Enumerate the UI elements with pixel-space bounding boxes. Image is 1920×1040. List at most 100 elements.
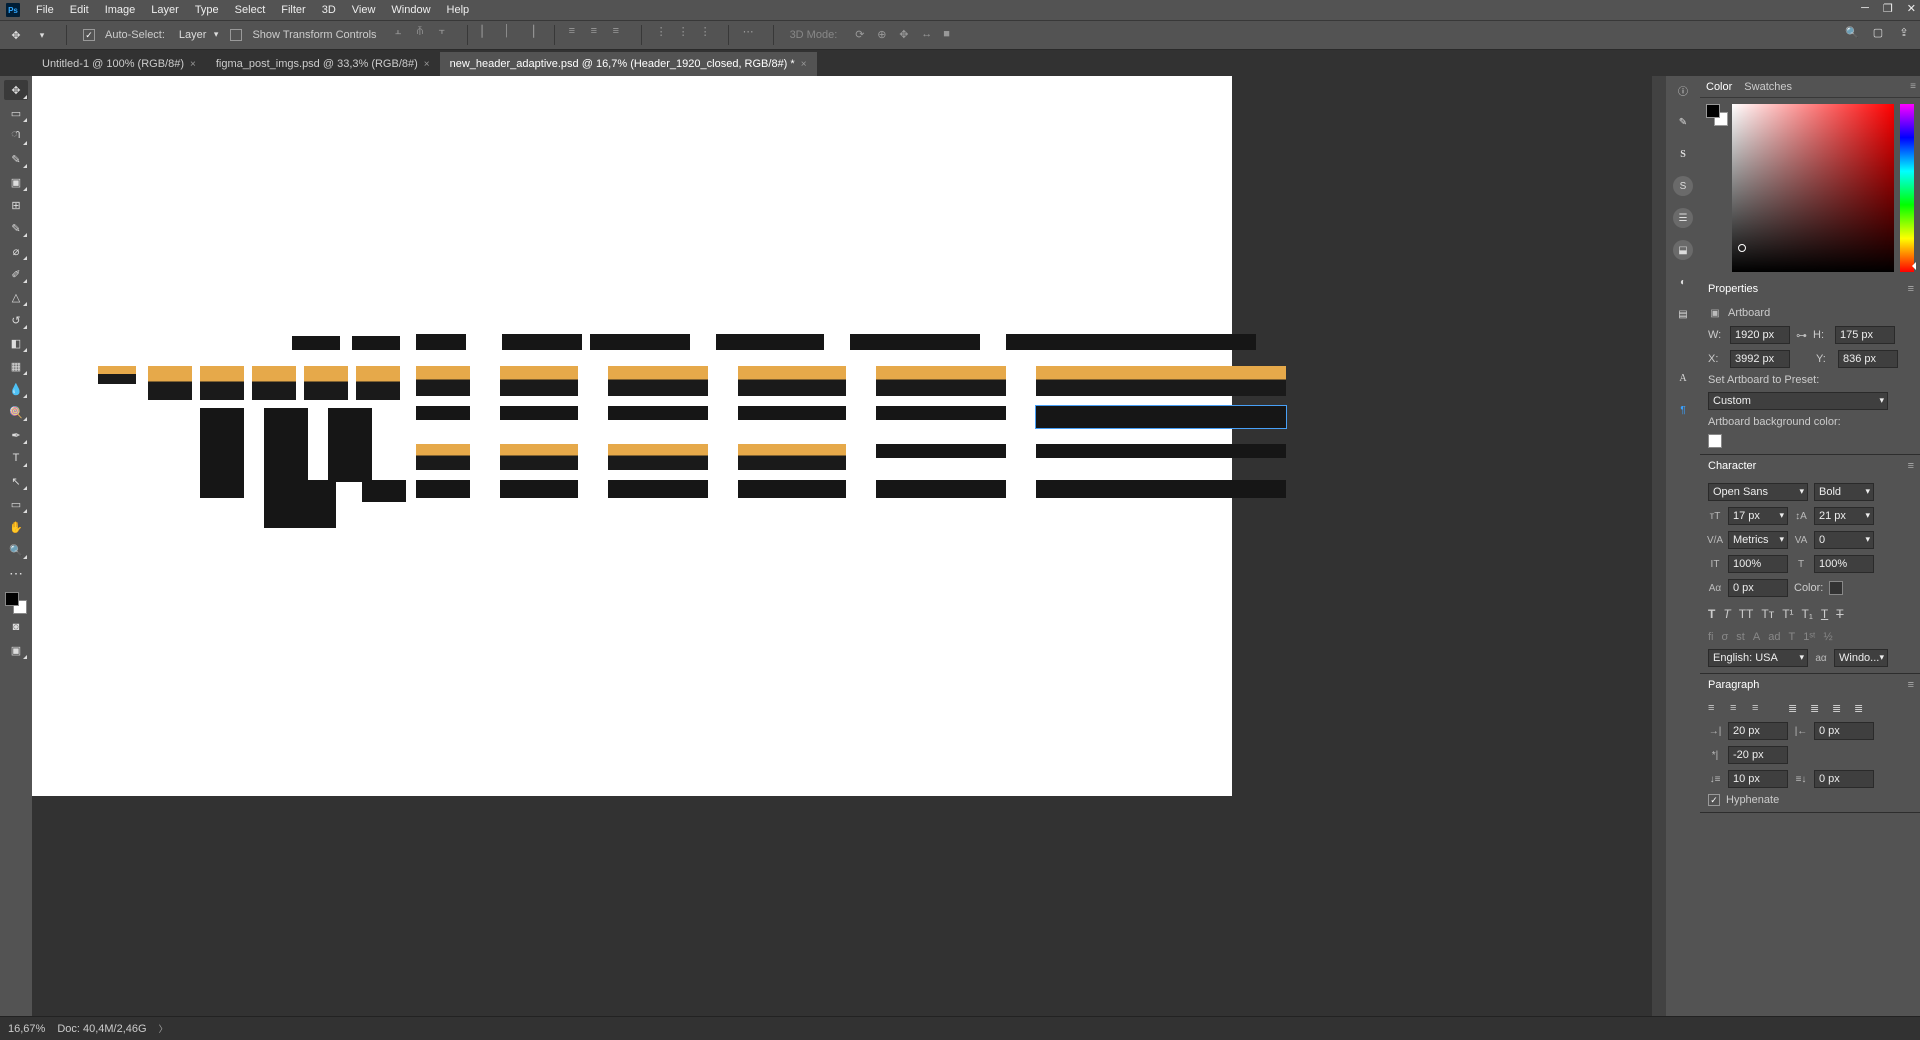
canvas[interactable] [32,76,1232,796]
superscript-button[interactable]: T¹ [1782,607,1793,621]
menu-3d[interactable]: 3D [322,4,336,16]
hand-tool[interactable]: ✋ [4,517,28,537]
swash-button[interactable]: st [1736,631,1745,643]
styles-icon[interactable]: S [1673,144,1693,164]
panel-menu-icon[interactable]: ≡ [1910,81,1916,92]
smallcaps-button[interactable]: Tᴛ [1761,607,1774,621]
cc-share-icon[interactable]: ⬓ [1673,240,1693,260]
auto-select-dropdown[interactable]: Layer [175,27,221,43]
x-input[interactable] [1730,350,1790,368]
strikethrough-button[interactable]: T [1836,607,1843,621]
healing-tool[interactable]: ⌀ [4,241,28,261]
menu-layer[interactable]: Layer [151,4,179,16]
quick-select-tool[interactable]: ✎ [4,149,28,169]
subscript-button[interactable]: T₁ [1802,607,1813,621]
align-top-icon[interactable]: ⫠ [395,25,409,39]
cc-search-icon[interactable]: S [1673,176,1693,196]
indent-left-input[interactable] [1728,722,1788,740]
3d-pan-icon[interactable]: ✥ [899,28,913,42]
show-transform-checkbox[interactable] [230,29,242,41]
justify-all-button[interactable]: ≣ [1854,702,1870,716]
color-fgbg[interactable] [1706,104,1726,272]
distribute-bottom-icon[interactable]: ≡ [613,25,627,39]
panel-menu-icon[interactable]: ≡ [1908,679,1914,691]
width-input[interactable] [1730,326,1790,344]
align-left-icon[interactable]: ▏ [482,25,496,39]
marquee-tool[interactable]: ▭ [4,103,28,123]
menu-image[interactable]: Image [105,4,136,16]
antialias-dropdown[interactable]: Windo... [1834,649,1888,667]
space-after-input[interactable] [1814,770,1874,788]
titling-button[interactable]: A [1753,631,1760,643]
tab-untitled[interactable]: Untitled-1 @ 100% (RGB/8#)× [32,52,206,76]
distribute-left-icon[interactable]: ⋮ [656,25,670,39]
leading-input[interactable]: 21 px [1814,507,1874,525]
3d-slide-icon[interactable]: ↔ [921,28,935,42]
lasso-tool[interactable]: ា [4,126,28,146]
brush-tool[interactable]: ✐ [4,264,28,284]
font-family-dropdown[interactable]: Open Sans [1708,483,1808,501]
menu-select[interactable]: Select [235,4,266,16]
gradient-tool[interactable]: ▦ [4,356,28,376]
distribute-top-icon[interactable]: ≡ [569,25,583,39]
justify-right-button[interactable]: ≣ [1832,702,1848,716]
menu-window[interactable]: Window [391,4,430,16]
brush-settings-icon[interactable]: ✎ [1673,112,1693,132]
distribute-right-icon[interactable]: ⋮ [700,25,714,39]
font-style-dropdown[interactable]: Bold [1814,483,1874,501]
character-icon[interactable]: A [1673,368,1693,388]
eyedropper-tool[interactable]: ✎ [4,218,28,238]
align-left-button[interactable]: ≡ [1708,702,1724,716]
baseline-input[interactable] [1728,579,1788,597]
frame-icon[interactable]: ▢ [1870,24,1886,40]
auto-select-checkbox[interactable] [83,29,95,41]
zoom-tool[interactable]: 🔍 [4,540,28,560]
language-dropdown[interactable]: English: USA [1708,649,1808,667]
stylistic-alt-button[interactable]: ad [1768,631,1780,643]
more-align-icon[interactable]: ⋯ [743,25,757,39]
vscale-input[interactable] [1728,555,1788,573]
color-swatch[interactable] [5,592,27,614]
zoom-level[interactable]: 16,67% [8,1023,45,1035]
shape-tool[interactable]: ▭ [4,494,28,514]
menu-help[interactable]: Help [447,4,470,16]
move-tool[interactable]: ✥ [4,80,28,100]
menu-file[interactable]: File [36,4,54,16]
close-icon[interactable]: × [190,59,196,70]
adjustments-icon[interactable]: ◐ [1673,272,1693,292]
y-input[interactable] [1838,350,1898,368]
tracking-input[interactable]: 0 [1814,531,1874,549]
saturation-value-picker[interactable] [1732,104,1894,272]
restore-icon[interactable]: ❐ [1883,2,1893,15]
layers-icon[interactable]: ▤ [1673,304,1693,324]
justify-left-button[interactable]: ≣ [1788,702,1804,716]
font-size-input[interactable]: 17 px [1728,507,1788,525]
cc-libraries-icon[interactable]: ☰ [1673,208,1693,228]
info-icon[interactable]: ⓘ [1673,80,1693,100]
quick-mask[interactable]: ◙ [4,617,28,637]
history-brush-tool[interactable]: ↺ [4,310,28,330]
hue-slider[interactable] [1900,104,1914,272]
close-icon[interactable]: ✕ [1907,2,1916,15]
artboard-bgcolor-swatch[interactable] [1708,434,1722,448]
allcaps-button[interactable]: TT [1739,607,1754,621]
crop-tool[interactable]: ▣ [4,172,28,192]
text-color-swatch[interactable] [1829,581,1843,595]
close-icon[interactable]: × [801,59,807,70]
bold-button[interactable]: T [1708,607,1715,621]
type-tool[interactable]: T [4,448,28,468]
status-chevron-icon[interactable]: 〉 [159,1022,168,1035]
search-icon[interactable]: 🔍 [1844,24,1860,40]
indent-first-input[interactable] [1728,746,1788,764]
swatches-tab[interactable]: Swatches [1744,81,1792,93]
panel-menu-icon[interactable]: ≡ [1908,460,1914,472]
edit-toolbar[interactable]: ⋯ [4,563,28,583]
frame-tool[interactable]: ⊞ [4,195,28,215]
panel-menu-icon[interactable]: ≡ [1908,283,1914,295]
3d-zoom-icon[interactable]: ■ [943,28,957,42]
paragraph-icon[interactable]: ¶ [1673,400,1693,420]
share-icon[interactable]: ⇪ [1896,24,1912,40]
contextual-alt-button[interactable]: σ [1722,631,1729,643]
align-right-icon[interactable]: ▕ [526,25,540,39]
menu-edit[interactable]: Edit [70,4,89,16]
